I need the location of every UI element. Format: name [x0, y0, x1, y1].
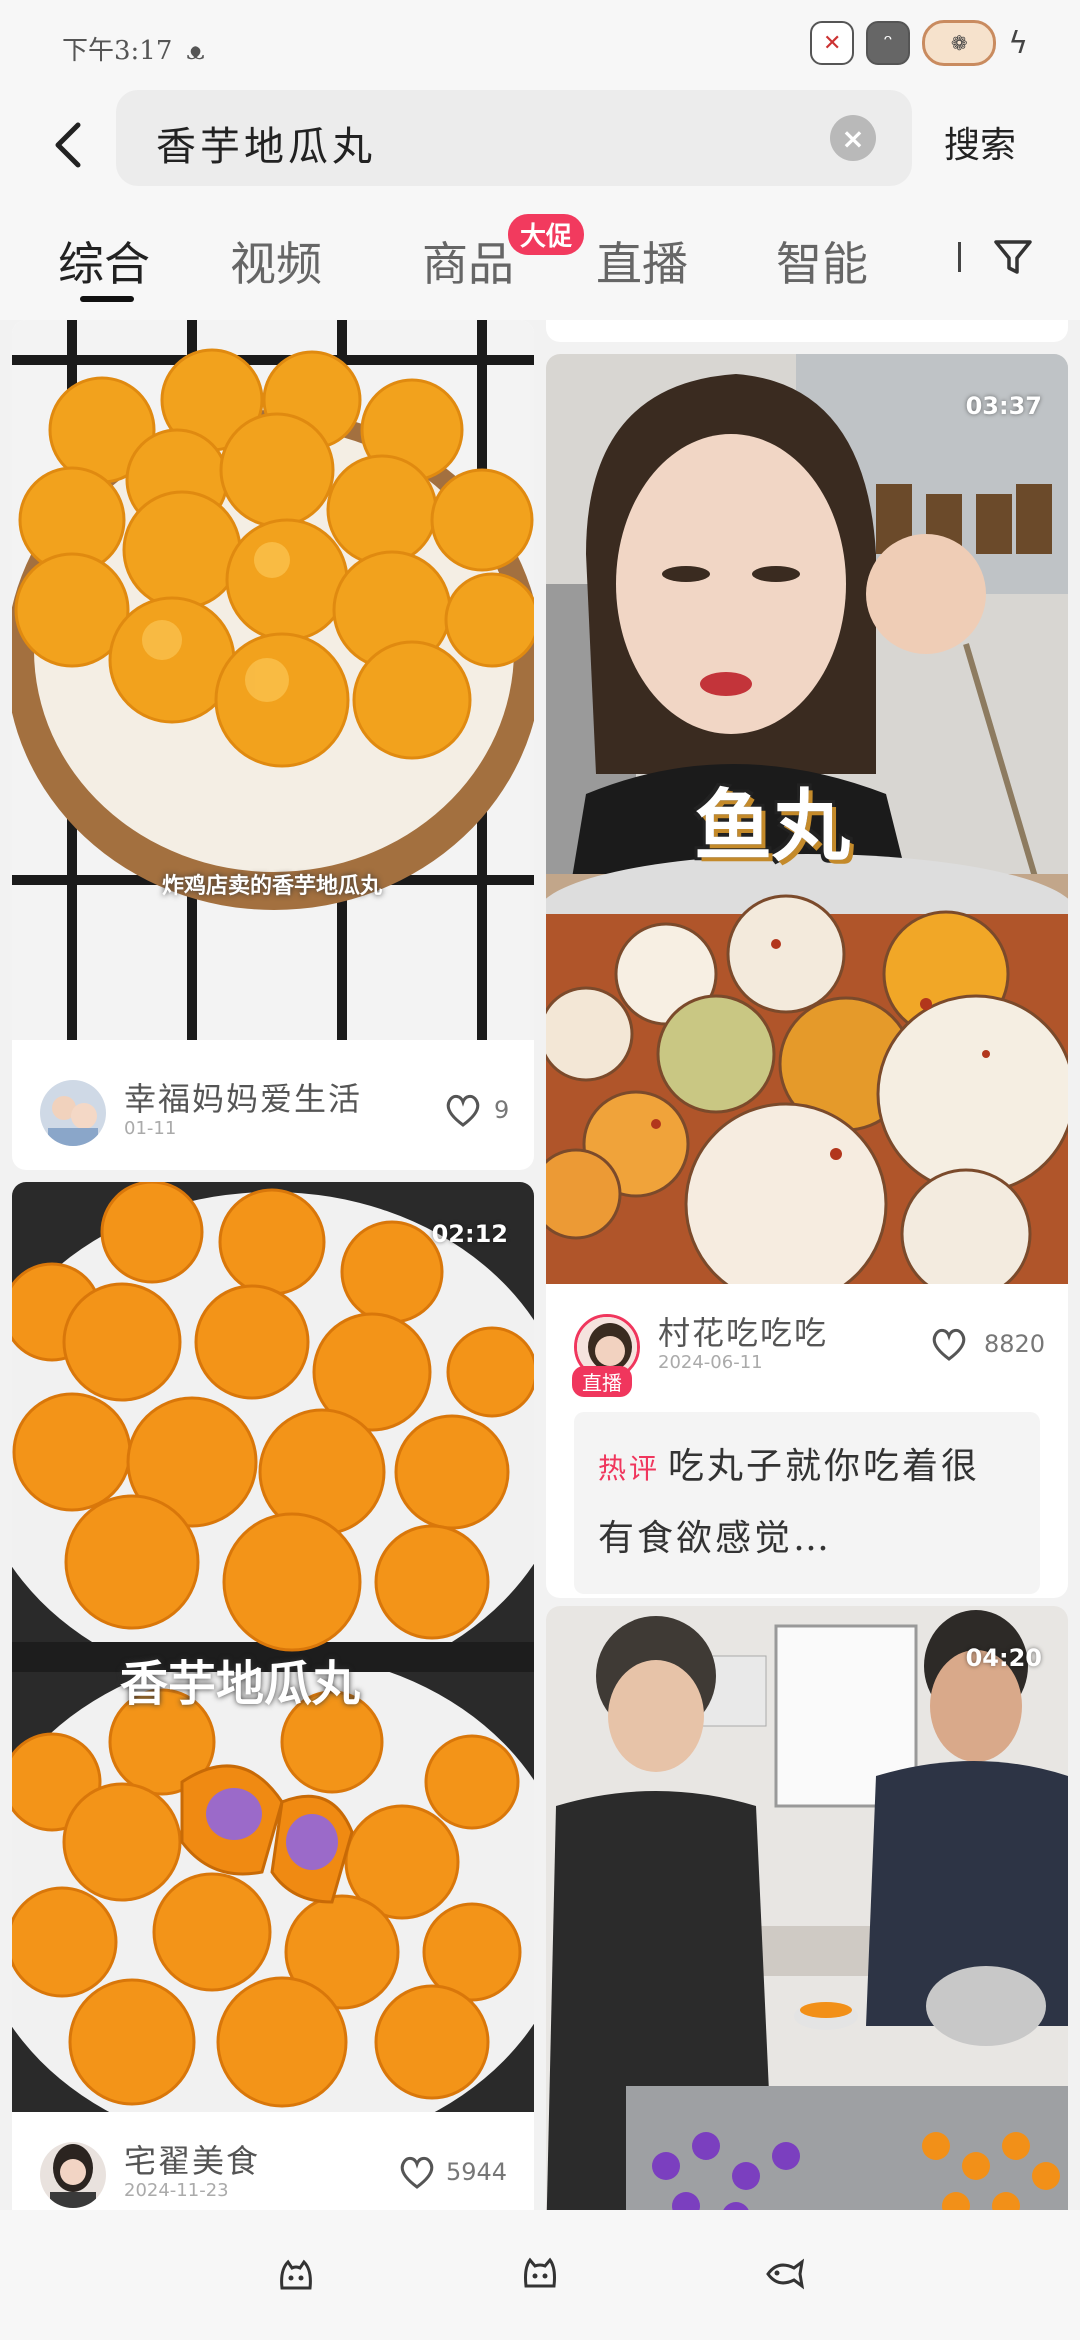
cat-icon[interactable] — [276, 2254, 316, 2294]
tab-smart[interactable]: 智能 — [776, 228, 868, 294]
search-query: 香芋地瓜丸 — [156, 124, 376, 170]
author-name[interactable]: 宅翟美食 — [124, 2136, 260, 2182]
video-duration: 02:12 — [431, 1220, 508, 1248]
card-thumbnail: 03:37 鱼丸 — [546, 354, 1068, 1284]
food-photo — [12, 320, 534, 1040]
filter-icon[interactable] — [992, 236, 1034, 278]
like-count: 8820 — [984, 1330, 1046, 1358]
bolt-icon: ϟ — [1008, 25, 1028, 61]
result-card[interactable]: 04:20 — [546, 1606, 1068, 2210]
video-duration: 04:20 — [965, 1644, 1042, 1672]
hot-comment-label: 热评 — [598, 1452, 661, 1485]
author-row: 直播 村花吃吃吃 2024-06-11 8820 — [546, 1294, 1068, 1397]
like-count: 5944 — [446, 2158, 508, 2186]
post-date: 2024-11-23 — [124, 2180, 229, 2201]
result-tabs: 综合 视频 商品 大促 直播 智能 — [0, 200, 1080, 320]
search-button[interactable]: 搜索 — [944, 116, 1016, 168]
card-thumbnail: 04:20 — [546, 1606, 1068, 2210]
author-name[interactable]: 村花吃吃吃 — [658, 1308, 828, 1354]
card-thumbnail: 02:12 香芋地瓜丸 — [12, 1182, 534, 2112]
avatar[interactable] — [40, 2142, 106, 2208]
status-bar: 下午3:17 ᴥ ✕ ᵔ ❁ ϟ — [0, 0, 1080, 90]
search-header: 香芋地瓜丸 × 搜索 — [0, 90, 1080, 200]
promo-badge: 大促 — [508, 214, 585, 255]
thumbnail-caption: 香芋地瓜丸 — [120, 1656, 361, 1712]
video-duration: 03:37 — [965, 392, 1042, 420]
author-row: 幸福妈妈爱生活 01-11 9 — [12, 1060, 534, 1160]
cat-icon[interactable] — [520, 2254, 560, 2294]
thumbnail-caption: 炸鸡店卖的香芋地瓜丸 — [162, 874, 383, 899]
fish-icon[interactable] — [764, 2254, 804, 2294]
status-icons: ✕ ᵔ ❁ ϟ — [810, 20, 1028, 66]
avatar[interactable] — [40, 1080, 106, 1146]
heart-icon[interactable] — [398, 2154, 436, 2190]
status-time: 下午3:17 ᴥ — [62, 30, 205, 67]
tab-divider — [958, 242, 961, 272]
tab-live[interactable]: 直播 — [596, 228, 688, 294]
tab-general[interactable]: 综合 — [58, 228, 150, 294]
result-card[interactable]: 03:37 鱼丸 直播 村花吃吃吃 2024-06-11 8820 热评 吃丸子就… — [546, 354, 1068, 1598]
result-card[interactable]: 02:12 香芋地瓜丸 宅翟美食 2024-11-23 5944 — [12, 1182, 534, 2210]
cat-icon: ᵔ — [866, 21, 911, 65]
back-icon[interactable] — [40, 115, 100, 175]
previous-card[interactable] — [546, 320, 1068, 342]
heart-icon[interactable] — [930, 1326, 968, 1362]
hot-comment[interactable]: 热评 吃丸子就你吃着很有食欲感觉… — [574, 1412, 1040, 1594]
post-date: 2024-06-11 — [658, 1352, 763, 1373]
post-date: 01-11 — [124, 1118, 177, 1139]
bottom-bar — [0, 2210, 1080, 2340]
tab-underline — [80, 296, 134, 302]
search-input[interactable]: 香芋地瓜丸 × — [116, 90, 912, 186]
video-photo — [546, 1606, 1068, 2210]
result-card[interactable]: 炸鸡店卖的香芋地瓜丸 幸福妈妈爱生活 01-11 9 — [12, 320, 534, 1170]
time-text: 下午3:17 — [62, 36, 173, 66]
bear-icon: ᴥ — [186, 37, 205, 65]
clear-icon[interactable]: × — [830, 115, 876, 161]
live-badge: 直播 — [572, 1366, 632, 1397]
tab-products[interactable]: 商品 — [422, 228, 514, 294]
fish-icon: ❁ — [922, 20, 997, 66]
heart-icon[interactable] — [444, 1092, 482, 1128]
thumbnail-caption: 鱼丸 — [694, 782, 851, 872]
results-feed: 炸鸡店卖的香芋地瓜丸 幸福妈妈爱生活 01-11 9 02:12 香芋地瓜丸 宅… — [0, 320, 1080, 2210]
card-thumbnail: 炸鸡店卖的香芋地瓜丸 — [12, 320, 534, 1040]
author-row: 宅翟美食 2024-11-23 5944 — [12, 2122, 534, 2210]
cat-icon: ✕ — [810, 21, 855, 65]
tab-video[interactable]: 视频 — [230, 228, 322, 294]
author-name[interactable]: 幸福妈妈爱生活 — [124, 1074, 362, 1120]
like-count: 9 — [494, 1096, 510, 1124]
